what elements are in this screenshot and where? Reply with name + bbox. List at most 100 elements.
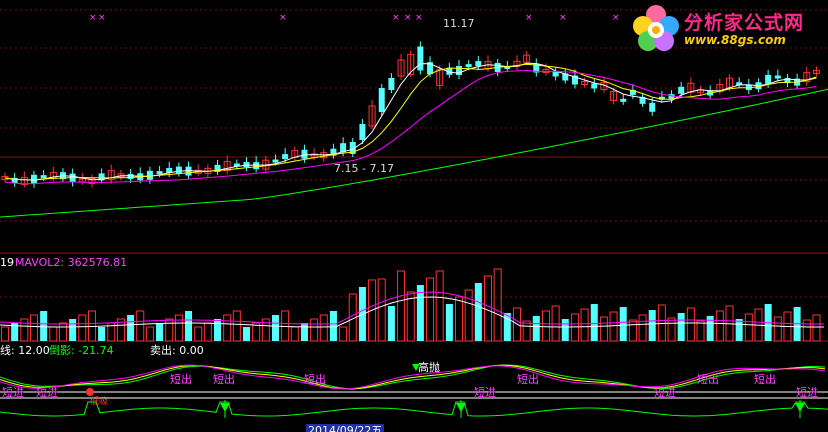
volume-bar <box>570 313 579 342</box>
chart-canvas[interactable]: × × × × × × × × × × × × <box>0 0 828 432</box>
volume-bar <box>648 310 656 341</box>
candle-body <box>456 65 463 75</box>
signal-short-out: 短出 <box>517 373 539 386</box>
volume-bar <box>474 283 482 341</box>
top-signal-marker: × <box>279 13 287 23</box>
volume-bar <box>590 304 598 341</box>
volume-bar <box>156 323 164 341</box>
volume-bar <box>445 304 453 341</box>
volume-bar <box>455 296 464 342</box>
signal-short-out: 短出 <box>170 373 192 386</box>
volume-bar <box>744 313 753 342</box>
signal-short-in: 短进 <box>36 386 58 399</box>
signal-short-out: 短出 <box>304 373 326 386</box>
candle-body <box>40 175 47 179</box>
volume-bar <box>232 310 241 342</box>
candle-body <box>175 166 182 174</box>
logo-url: www.88gs.com <box>684 33 786 47</box>
signal-short-in: 短进 <box>2 386 24 399</box>
candle-body <box>146 170 153 180</box>
range-annotation: 7.15 - 7.17 <box>334 162 394 175</box>
top-signal-marker: × <box>404 13 412 23</box>
ma-line-white <box>4 62 817 181</box>
volume-bar <box>802 319 811 342</box>
indicator-field-1: 线: 12.00 <box>0 344 50 357</box>
volume-bar <box>773 316 782 342</box>
top-signal-marker: × <box>392 13 400 23</box>
ma-line-green <box>0 88 828 218</box>
stock-chart-window: × × × × × × × × × × × × 11.17 7.15 - 7.17 19 MAVOL2… <box>0 0 828 432</box>
volume-bar <box>580 308 589 342</box>
candle-body <box>388 78 395 90</box>
volume-bar <box>677 313 685 341</box>
candle-body <box>591 83 598 89</box>
candle-body <box>774 75 781 79</box>
signal-short-out: 短出 <box>754 373 776 386</box>
volume-bar <box>628 319 637 342</box>
volume-bar <box>29 314 38 342</box>
ma-line-magenta <box>4 69 817 185</box>
volume-bar <box>609 311 618 342</box>
indicator-field-2: 倒影: -21.74 <box>49 344 114 357</box>
indicator-field-3: 卖出: 0.00 <box>150 344 204 357</box>
volume-bar <box>69 319 77 341</box>
volume-bar <box>735 319 743 341</box>
volume-bar <box>329 311 337 341</box>
volume-bar <box>522 320 531 342</box>
volume-bar <box>619 307 627 341</box>
candle-body <box>417 46 424 71</box>
candle-body <box>378 88 385 112</box>
candle-body <box>301 149 308 159</box>
candle-body <box>272 159 279 163</box>
volume-bar <box>98 327 106 341</box>
candle-body <box>649 102 656 112</box>
volume-bar <box>561 319 569 341</box>
volume-bar <box>435 270 444 342</box>
signal-low-buy: 低吸 <box>90 397 109 407</box>
volume-bar <box>78 314 87 342</box>
volume-bar <box>484 275 492 342</box>
volume-bar <box>20 318 29 342</box>
volume-bar <box>387 306 395 341</box>
indicator-wave-green <box>0 401 828 417</box>
top-signal-marker: × <box>98 13 106 23</box>
top-signal-marker: × <box>415 13 423 23</box>
volume-bar <box>185 311 193 341</box>
volume-bar <box>541 310 550 342</box>
volume-bar <box>223 314 232 342</box>
volume-left-fragment: 19 <box>0 256 14 269</box>
volume-bar <box>214 319 222 341</box>
volume-bar <box>667 317 676 342</box>
high-price-annotation: 11.17 <box>443 17 475 30</box>
volume-bar <box>243 327 250 341</box>
volume-bar <box>127 315 135 341</box>
candle-body <box>156 171 163 175</box>
volume-bar <box>58 322 67 342</box>
volume-bar <box>416 285 424 341</box>
mavol2-label: MAVOL2: 362576.81 <box>15 256 128 269</box>
candle-body <box>127 173 134 179</box>
signal-short-in: 短进 <box>796 386 818 399</box>
volume-bar <box>696 320 705 342</box>
candle-body <box>253 162 260 170</box>
signal-short-in: 短进 <box>654 386 676 399</box>
signal-high-sell: 高抛 <box>418 361 440 374</box>
signal-short-out: 短出 <box>213 373 235 386</box>
volume-bar <box>532 316 540 341</box>
candle-body <box>552 71 559 77</box>
top-signal-marker: × <box>89 13 97 23</box>
site-logo: 分析家公式网 www.88gs.com <box>628 2 824 54</box>
ma-line-yellow <box>4 63 817 181</box>
volume-bar <box>599 316 608 342</box>
volume-bar <box>493 268 502 342</box>
date-axis-label: 2014/09/22五 <box>306 424 385 432</box>
signal-short-out: 短出 <box>697 373 719 386</box>
volume-bar <box>145 326 154 342</box>
volume-bar <box>136 310 145 342</box>
volume-bar <box>194 326 203 342</box>
volume-bar <box>310 318 319 342</box>
candle-body <box>620 98 627 102</box>
volume-bar <box>397 270 406 342</box>
logo-title: 分析家公式网 <box>684 12 805 34</box>
volume-bar <box>203 322 212 342</box>
